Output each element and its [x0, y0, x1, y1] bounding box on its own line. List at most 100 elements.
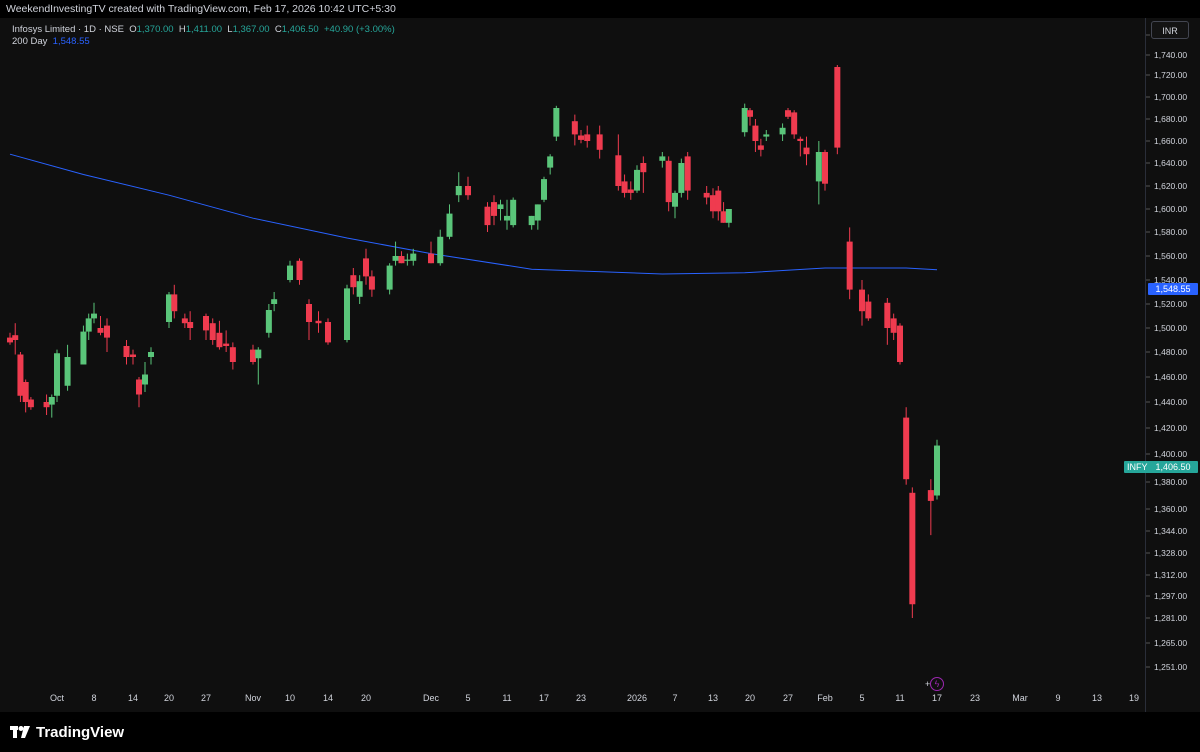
- candle: [484, 202, 491, 232]
- candle: [7, 332, 13, 345]
- candle-body: [859, 289, 865, 312]
- close-value: 1,406.50: [281, 24, 319, 35]
- tradingview-logo[interactable]: TradingView: [10, 722, 124, 742]
- candle: [640, 156, 647, 193]
- candle: [571, 114, 578, 146]
- candle: [634, 165, 640, 193]
- time-axis-tick-label: Dec: [423, 693, 440, 703]
- price-axis-tick-label: 1,251.00: [1154, 662, 1187, 672]
- price-axis-tick-label: 1,740.00: [1154, 50, 1187, 60]
- candle: [12, 323, 19, 355]
- candle: [306, 299, 312, 340]
- candle-body: [7, 337, 13, 343]
- candle: [615, 134, 622, 191]
- candle-body: [392, 256, 399, 261]
- close-label: C: [274, 24, 282, 35]
- candle: [491, 195, 497, 226]
- candle-body: [779, 127, 786, 135]
- attribution-text: WeekendInvestingTV created with TradingV…: [6, 3, 396, 15]
- candle: [181, 313, 188, 328]
- candle-body: [229, 347, 236, 362]
- candle-body: [491, 202, 497, 216]
- lightning-icon[interactable]: ϟ: [930, 677, 944, 691]
- high-label: H: [178, 24, 186, 35]
- candle: [80, 325, 87, 365]
- candle: [797, 136, 804, 157]
- candle-body: [43, 402, 50, 408]
- candle-body: [553, 108, 560, 137]
- ma-label[interactable]: 200 Day: [12, 36, 47, 47]
- price-axis[interactable]: 1,760.001,740.001,720.001,700.001,680.00…: [1145, 18, 1200, 712]
- candle-body: [123, 346, 130, 357]
- candle: [528, 215, 535, 230]
- chart-svg[interactable]: Oct 8 14 20 27 Nov 10 14 20 Dec 5 11 17 23 2026 7 13 20 27…: [0, 18, 1145, 712]
- candle-body: [223, 343, 230, 346]
- candle: [296, 258, 303, 285]
- time-axis-tick-label: 9: [1055, 693, 1060, 703]
- chart-area[interactable]: Oct 8 14 20 27 Nov 10 14 20 Dec 5 11 17 23 2026 7 13 20 27…: [0, 18, 1145, 712]
- candle: [255, 347, 262, 385]
- price-axis-tick-label: 1,420.00: [1154, 423, 1187, 433]
- time-axis-tick-label: 17: [932, 693, 942, 703]
- candle-body: [271, 299, 278, 304]
- candle-body: [250, 349, 256, 362]
- candle-body: [890, 318, 897, 333]
- candle: [142, 362, 148, 392]
- candle-body: [659, 156, 666, 161]
- symbol-title[interactable]: Infosys Limited · 1D · NSE: [12, 24, 124, 35]
- candle-body: [386, 265, 393, 290]
- candle: [223, 330, 230, 352]
- candle-body: [934, 445, 940, 496]
- price-axis-tick-label: 1,400.00: [1154, 449, 1187, 459]
- candle-body: [703, 192, 710, 198]
- candle: [747, 108, 753, 126]
- candle-body: [484, 206, 491, 226]
- candle: [363, 248, 369, 285]
- time-axis-tick-label: 10: [285, 693, 295, 703]
- candle: [803, 136, 810, 166]
- candle: [859, 280, 865, 326]
- candle: [678, 158, 685, 198]
- time-axis-tick-label: 20: [361, 693, 371, 703]
- candle: [54, 349, 60, 402]
- candle-body: [171, 294, 178, 312]
- candle-body: [356, 281, 363, 297]
- candle: [27, 397, 34, 410]
- candle-body: [97, 328, 104, 333]
- candle: [763, 130, 770, 141]
- candle-body: [497, 204, 504, 209]
- candle: [741, 103, 748, 137]
- price-axis-tick-label: 1,660.00: [1154, 136, 1187, 146]
- candle: [187, 311, 194, 340]
- candle-body: [684, 156, 691, 191]
- candle: [752, 119, 759, 152]
- candle: [822, 149, 828, 191]
- candle-body: [627, 189, 634, 193]
- candle: [325, 318, 331, 345]
- price-axis-tick-label: 1,440.00: [1154, 397, 1187, 407]
- candle: [148, 347, 154, 365]
- candle: [510, 197, 517, 228]
- ma-200-line: [9, 153, 938, 275]
- candle: [791, 110, 798, 139]
- ma-legend-row: 200 Day 1,548.55: [12, 36, 395, 48]
- candle-body: [80, 331, 87, 365]
- candle: [846, 227, 853, 300]
- time-axis-tick-label: Nov: [245, 693, 262, 703]
- candle: [541, 176, 547, 203]
- time-axis-tick-label: 19: [1129, 693, 1139, 703]
- chart-legend: Infosys Limited · 1D · NSE O1,370.00 H1,…: [12, 24, 395, 48]
- price-axis-tick-label: 1,720.00: [1154, 70, 1187, 80]
- candle-body: [325, 322, 331, 343]
- candle: [265, 304, 272, 338]
- attribution-bar: WeekendInvestingTV created with TradingV…: [0, 0, 1200, 18]
- candle: [779, 123, 786, 141]
- candle: [465, 176, 471, 200]
- candle-body: [255, 349, 262, 359]
- candle-body: [465, 186, 471, 196]
- candle-body: [350, 275, 357, 288]
- candle: [209, 318, 216, 345]
- time-axis-tick-label: Oct: [50, 693, 65, 703]
- currency-button[interactable]: INR: [1151, 21, 1189, 39]
- candle: [684, 152, 691, 200]
